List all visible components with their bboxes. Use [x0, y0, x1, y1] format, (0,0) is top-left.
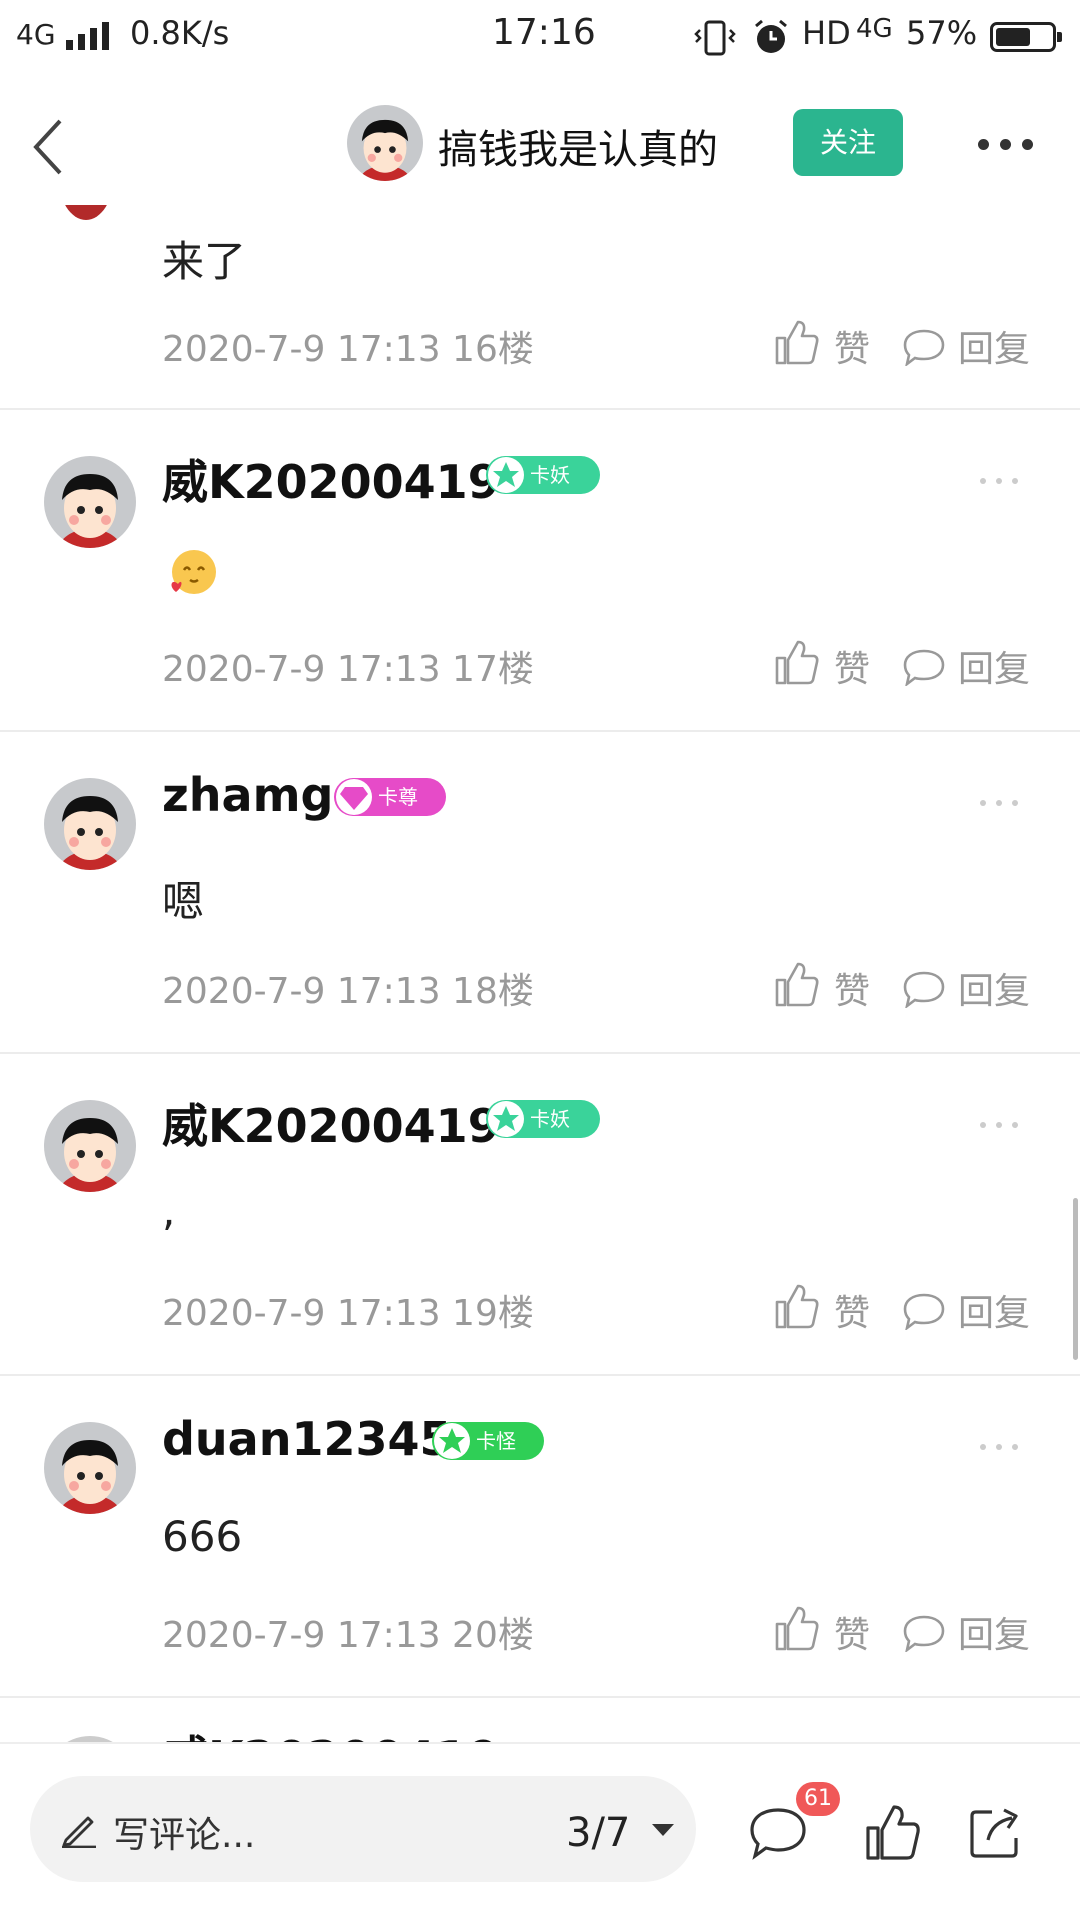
diamond-icon: [336, 779, 372, 815]
comment-body: 666: [162, 1512, 243, 1561]
comment-body: 来了: [162, 237, 247, 286]
comment-item: 威K20200419: [0, 1708, 1080, 1744]
comment-username[interactable]: 威K20200419: [162, 446, 500, 512]
network-speed: 0.8K/s: [130, 14, 230, 52]
divider: [0, 408, 1080, 410]
dropdown-icon[interactable]: [650, 1822, 676, 1838]
comment-meta: 2020-7-9 17:13 16楼: [162, 329, 534, 370]
pencil-icon: [62, 1816, 96, 1848]
star-icon: [434, 1423, 470, 1459]
vibrate-icon: [694, 20, 736, 56]
follow-button[interactable]: 关注: [793, 109, 903, 176]
comment-username[interactable]: zhamg: [162, 768, 333, 822]
like-icon[interactable]: [774, 638, 820, 686]
comment-input[interactable]: 写评论... 3/7: [30, 1776, 696, 1882]
level-badge: 卡尊: [334, 778, 446, 816]
status-bar: 4G 0.8K/s 17:16 HD 4G 57%: [0, 0, 1080, 75]
page-indicator[interactable]: 3/7: [566, 1810, 630, 1856]
hd-label: HD: [802, 14, 851, 52]
comment-more-icon[interactable]: [980, 1122, 1022, 1130]
comment-username[interactable]: 威K20200419: [162, 1722, 500, 1744]
avatar[interactable]: [44, 1100, 136, 1192]
avatar[interactable]: [44, 778, 136, 870]
badge-label: 卡尊: [378, 785, 418, 809]
star-icon: [488, 1101, 524, 1137]
reply-button[interactable]: 回复: [958, 320, 1030, 372]
like-button[interactable]: 赞: [834, 1606, 870, 1658]
network-label: 4G: [16, 18, 56, 51]
avatar[interactable]: [44, 1422, 136, 1514]
reply-icon[interactable]: [902, 970, 946, 1008]
comment-meta: 2020-7-9 17:13 20楼: [162, 1615, 534, 1656]
alarm-icon: [755, 19, 787, 53]
level-badge: 卡妖: [486, 1100, 600, 1138]
divider: [0, 730, 1080, 732]
comment-meta: 2020-7-9 17:13 17楼: [162, 649, 534, 690]
comment-body: ,: [162, 1186, 176, 1235]
reply-icon[interactable]: [902, 648, 946, 686]
comment-more-icon[interactable]: [980, 1444, 1022, 1452]
comment-meta: 2020-7-9 17:13 19楼: [162, 1293, 534, 1334]
reply-button[interactable]: 回复: [958, 1284, 1030, 1336]
author-avatar[interactable]: [347, 105, 423, 181]
avatar[interactable]: [44, 456, 136, 548]
network2-label: 4G: [856, 14, 893, 44]
badge-label: 卡怪: [476, 1429, 516, 1453]
more-options-icon[interactable]: [978, 139, 1034, 151]
badge-label: 卡妖: [530, 463, 570, 487]
star-icon: [488, 457, 524, 493]
divider: [0, 1052, 1080, 1054]
reply-icon[interactable]: [902, 328, 946, 366]
like-button[interactable]: 赞: [834, 1284, 870, 1336]
comment-meta: 2020-7-9 17:13 18楼: [162, 971, 534, 1012]
back-icon[interactable]: [26, 117, 86, 177]
clock: 17:16: [492, 12, 596, 53]
comment-placeholder: 写评论...: [113, 1815, 256, 1856]
reply-button[interactable]: 回复: [958, 1606, 1030, 1658]
reply-icon[interactable]: [902, 1614, 946, 1652]
level-badge: 卡妖: [486, 456, 600, 494]
like-icon[interactable]: [774, 960, 820, 1008]
share-icon[interactable]: [968, 1804, 1024, 1860]
post-header: 搞钱我是认真的 关注: [0, 75, 1080, 205]
like-icon[interactable]: [864, 1802, 922, 1862]
bottom-action-bar: 写评论... 3/7 61: [0, 1742, 1080, 1922]
comment-username[interactable]: 威K20200419: [162, 1090, 500, 1156]
comment-username[interactable]: duan12345: [162, 1412, 452, 1466]
level-badge: 卡怪: [432, 1422, 544, 1460]
reply-button[interactable]: 回复: [958, 640, 1030, 692]
scrollbar[interactable]: [1073, 1198, 1078, 1360]
like-button[interactable]: 赞: [834, 640, 870, 692]
comment-more-icon[interactable]: [980, 800, 1022, 808]
battery-icon: [990, 22, 1062, 52]
author-name[interactable]: 搞钱我是认真的: [438, 117, 718, 175]
comments-icon[interactable]: [748, 1806, 808, 1860]
comment-count-badge: 61: [796, 1782, 840, 1816]
reply-button[interactable]: 回复: [958, 962, 1030, 1014]
like-button[interactable]: 赞: [834, 962, 870, 1014]
signal-icon: [66, 22, 110, 50]
like-button[interactable]: 赞: [834, 320, 870, 372]
like-icon[interactable]: [774, 1604, 820, 1652]
reply-icon[interactable]: [902, 1292, 946, 1330]
comment-body: 嗯: [162, 877, 205, 926]
emoji-icon: [171, 550, 216, 594]
battery-percent: 57%: [906, 14, 978, 52]
like-icon[interactable]: [774, 1282, 820, 1330]
badge-label: 卡妖: [530, 1107, 570, 1131]
divider: [0, 1374, 1080, 1376]
like-icon[interactable]: [774, 318, 820, 366]
divider: [0, 1696, 1080, 1698]
comment-more-icon[interactable]: [980, 478, 1022, 486]
